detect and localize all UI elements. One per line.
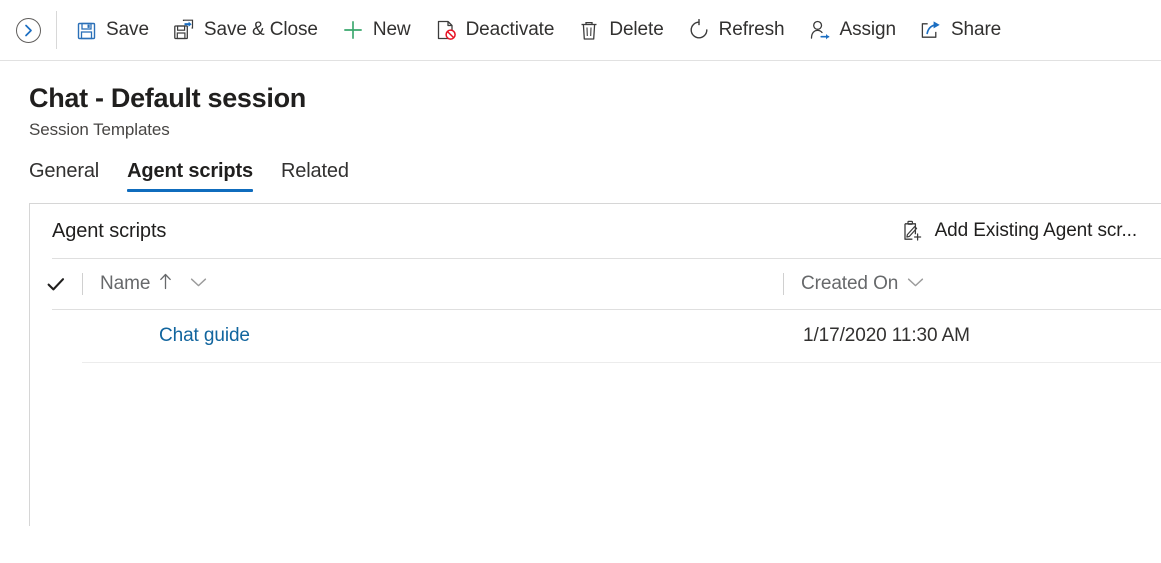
column-header-name-label: Name [100, 273, 151, 295]
trash-icon [578, 19, 600, 41]
tab-general[interactable]: General [29, 160, 113, 192]
back-button[interactable] [0, 0, 56, 60]
grid-column-headers: Name Created On [30, 259, 1161, 309]
save-and-close-icon [173, 19, 195, 41]
add-existing-record-icon [901, 220, 923, 242]
save-button-label: Save [106, 19, 149, 40]
subgrid-title: Agent scripts [52, 219, 167, 242]
save-and-close-button-label: Save & Close [203, 19, 318, 40]
delete-button[interactable]: Delete [566, 7, 675, 53]
tab-agent-scripts[interactable]: Agent scripts [113, 160, 267, 193]
table-row[interactable]: Chat guide 1/17/2020 11:30 AM [30, 310, 1161, 362]
save-icon [75, 19, 97, 41]
row-cell-name: Chat guide [30, 325, 782, 347]
save-and-close-button[interactable]: Save & Close [161, 7, 330, 53]
new-button[interactable]: New [330, 7, 423, 53]
column-header-name[interactable]: Name [83, 273, 783, 295]
arrow-up-icon [159, 273, 172, 295]
chevron-down-icon[interactable] [190, 275, 207, 293]
save-button[interactable]: Save [63, 7, 161, 53]
new-button-label: New [372, 19, 411, 40]
add-existing-agent-script-label: Add Existing Agent scr... [934, 220, 1137, 242]
delete-button-label: Delete [609, 19, 664, 40]
column-header-created-on[interactable]: Created On [784, 273, 924, 295]
share-button-label: Share [950, 19, 1002, 40]
subgrid-header: Agent scripts Add Existing Agent scr... [30, 204, 1161, 258]
refresh-button-label: Refresh [718, 19, 785, 40]
page-subtitle: Session Templates [29, 120, 170, 140]
command-bar: Save Save & Close New Deactivate Delete … [0, 0, 1161, 61]
deactivate-icon [435, 19, 457, 41]
deactivate-button[interactable]: Deactivate [423, 7, 567, 53]
refresh-icon [688, 19, 710, 41]
select-all-checkbox[interactable] [30, 277, 82, 292]
row-cell-created-on: 1/17/2020 11:30 AM [803, 325, 970, 347]
record-link-chat-guide[interactable]: Chat guide [159, 325, 250, 346]
deactivate-button-label: Deactivate [465, 19, 555, 40]
add-existing-agent-script-button[interactable]: Add Existing Agent scr... [901, 220, 1161, 242]
tab-related[interactable]: Related [267, 160, 363, 192]
refresh-button[interactable]: Refresh [676, 7, 797, 53]
assign-button[interactable]: Assign [797, 7, 908, 53]
assign-button-label: Assign [839, 19, 897, 40]
grid-row-divider [82, 362, 1161, 364]
share-button[interactable]: Share [908, 7, 1013, 53]
back-arrow-icon [15, 17, 41, 43]
column-header-created-on-label: Created On [801, 273, 899, 295]
page-header: Chat - Default session Session Templates [0, 61, 1161, 140]
command-bar-divider [56, 11, 57, 49]
share-icon [920, 19, 942, 41]
chevron-down-icon[interactable] [907, 275, 924, 293]
tab-list: General Agent scripts Related [0, 160, 1161, 193]
agent-scripts-subgrid: Agent scripts Add Existing Agent scr... … [29, 203, 1161, 527]
page-title: Chat - Default session [29, 83, 306, 113]
plus-icon [342, 19, 364, 41]
assign-person-icon [809, 19, 831, 41]
